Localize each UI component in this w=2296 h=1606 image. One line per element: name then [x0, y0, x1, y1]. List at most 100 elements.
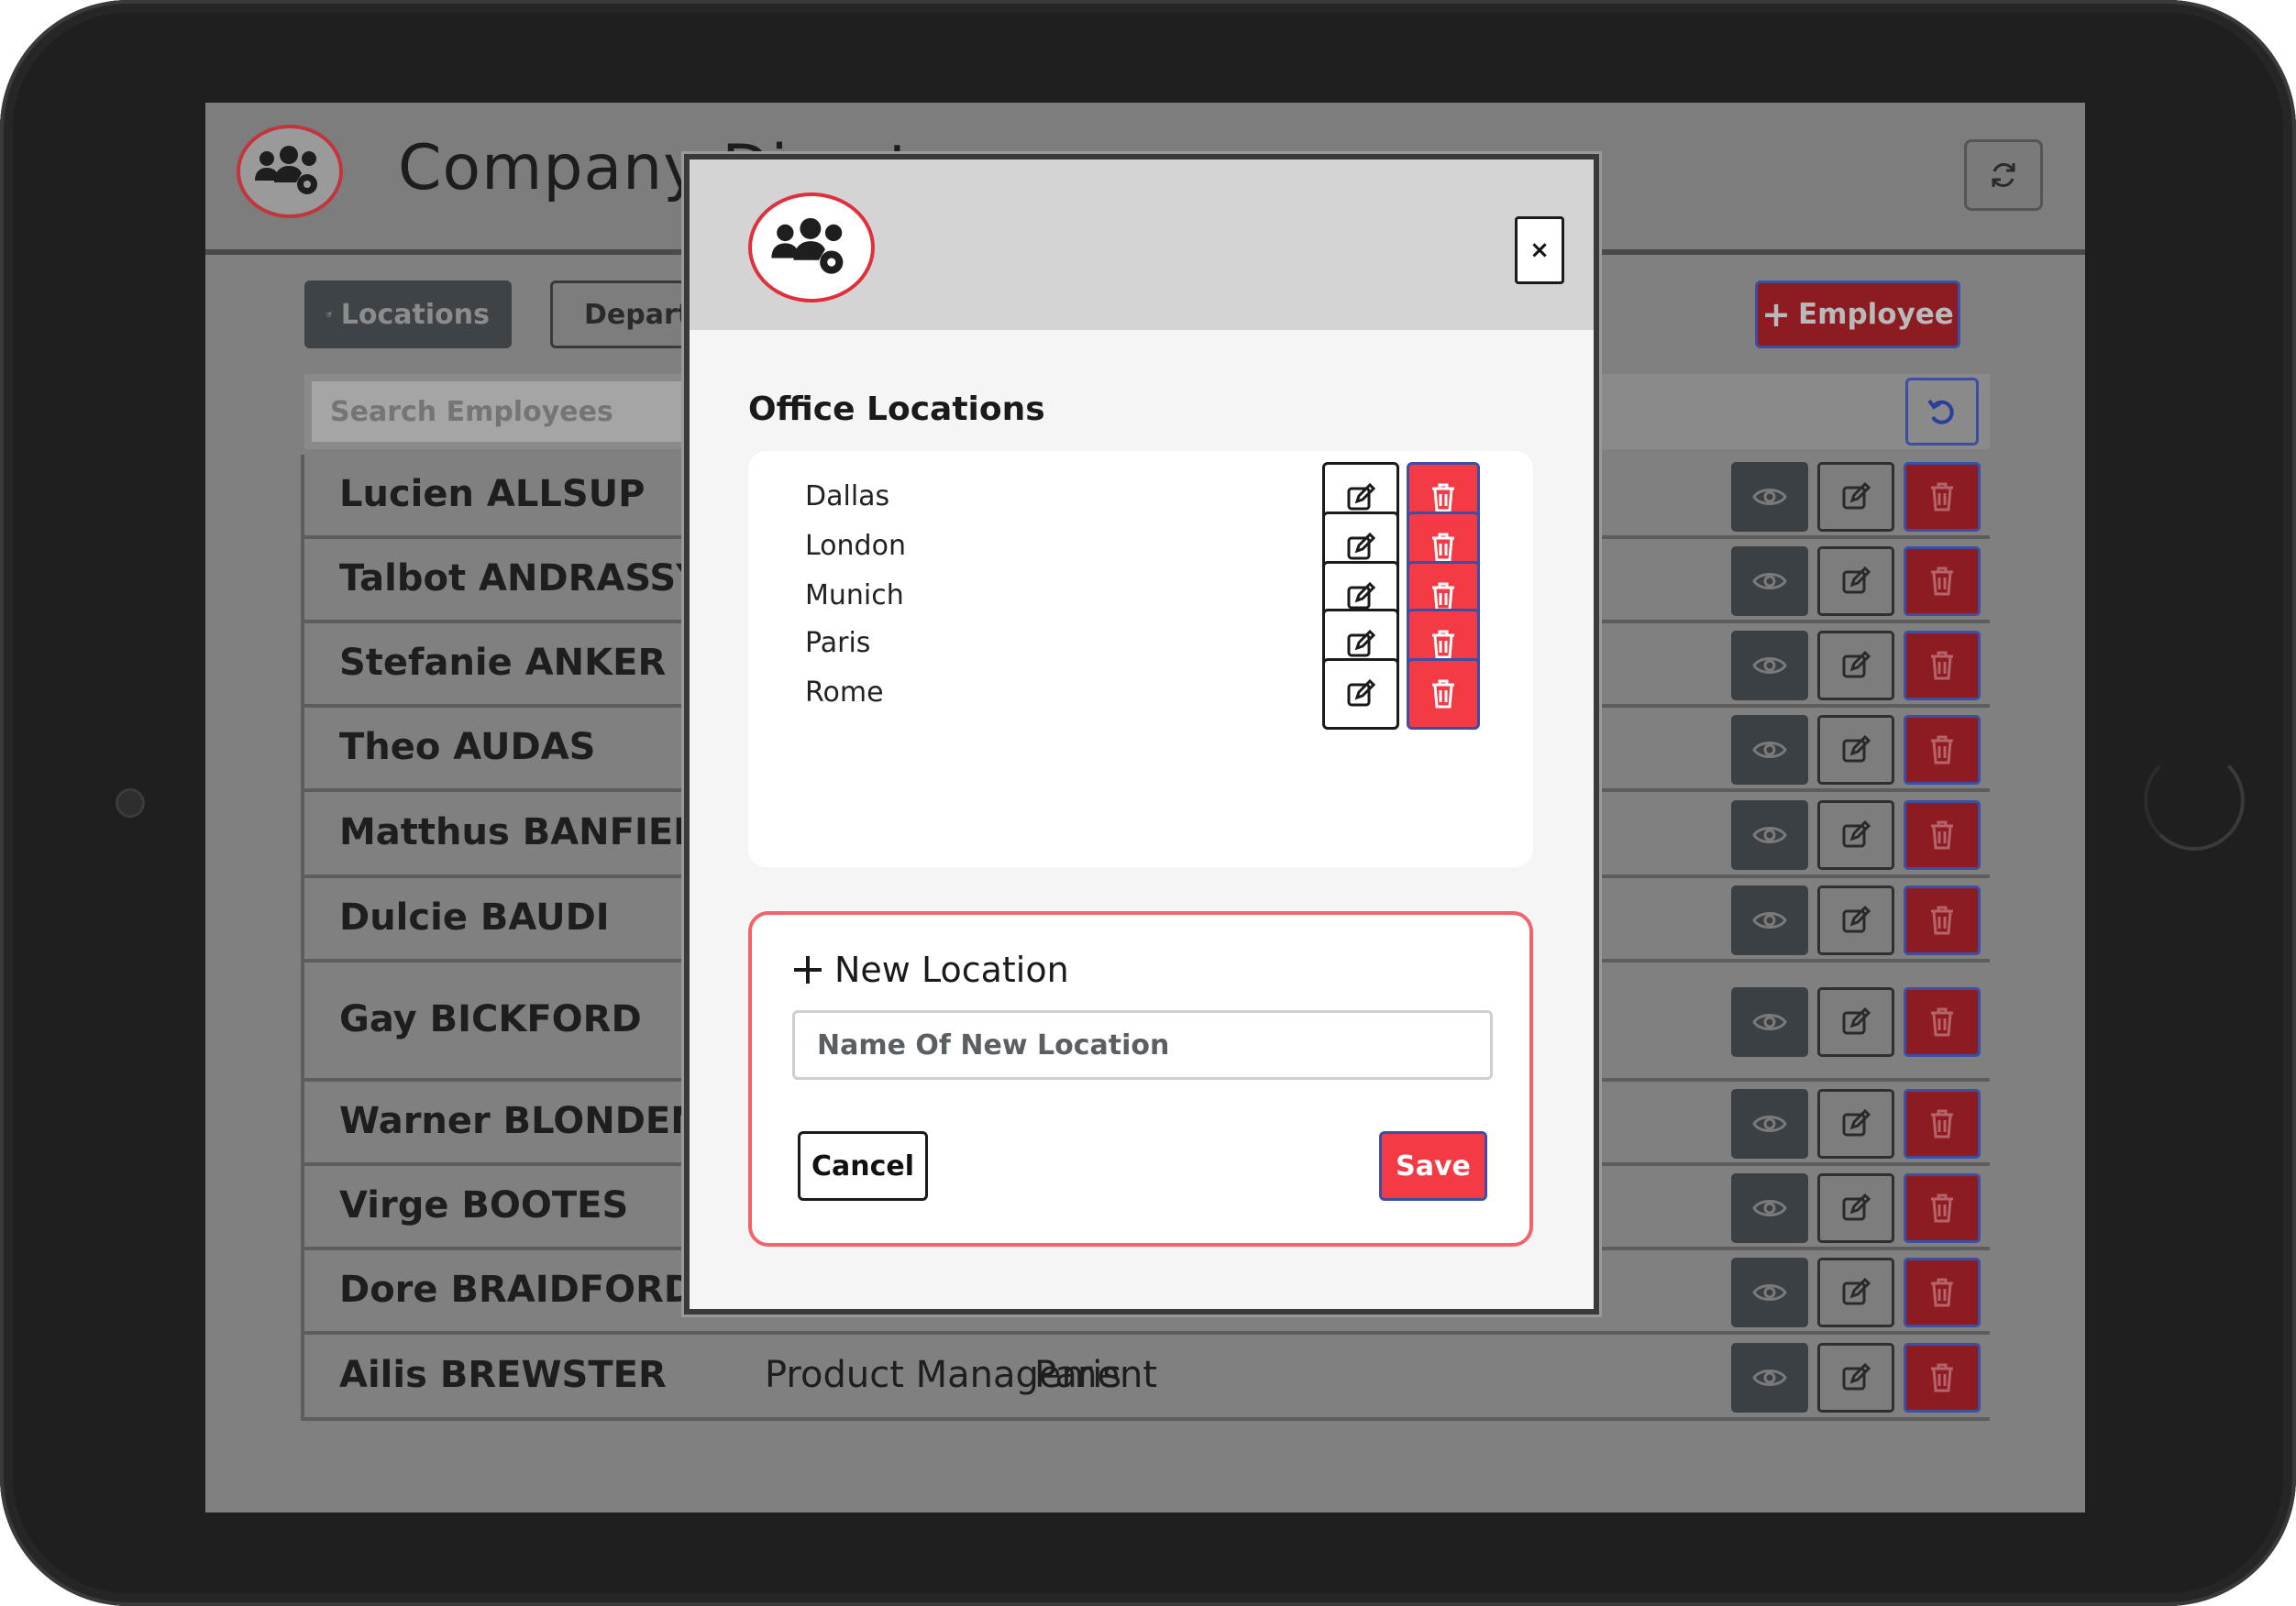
delete-button[interactable]: [1904, 631, 1981, 700]
view-button[interactable]: [1731, 1089, 1808, 1159]
delete-button[interactable]: [1904, 462, 1981, 532]
view-button[interactable]: [1731, 462, 1808, 532]
edit-button[interactable]: [1817, 886, 1894, 955]
edit-button[interactable]: [1817, 987, 1894, 1057]
edit-icon: [1842, 482, 1871, 510]
trash-icon: [1931, 735, 1953, 764]
sync-icon: [1992, 163, 2015, 187]
close-button[interactable]: ×: [1515, 216, 1564, 284]
edit-icon: [1347, 630, 1375, 657]
delete-button[interactable]: [1904, 1173, 1981, 1243]
delete-button[interactable]: [1904, 1258, 1981, 1327]
delete-button[interactable]: [1904, 1089, 1981, 1159]
row-actions: [1731, 462, 1981, 532]
edit-button[interactable]: [1817, 800, 1894, 870]
delete-location-button[interactable]: [1407, 658, 1480, 730]
eye-icon: [1752, 912, 1787, 929]
edit-icon: [1842, 651, 1871, 678]
eye-icon: [1752, 827, 1787, 843]
table-row[interactable]: Ailis BREWSTER Product Management Paris: [301, 1335, 1990, 1421]
trash-icon: [1432, 582, 1454, 611]
edit-icon: [1347, 582, 1375, 610]
row-actions: [1731, 715, 1981, 785]
edit-icon: [1842, 1194, 1871, 1221]
trash-icon: [1931, 1278, 1953, 1307]
app-logo: [237, 125, 343, 218]
trash-icon: [1931, 906, 1953, 935]
home-button[interactable]: [2144, 750, 2245, 851]
plus-icon: +: [1761, 294, 1791, 335]
new-location-input[interactable]: [792, 1010, 1493, 1080]
row-actions: [1731, 631, 1981, 700]
refresh-button[interactable]: [1964, 139, 2043, 211]
delete-button[interactable]: [1904, 546, 1981, 616]
trash-icon: [1931, 482, 1953, 512]
add-employee-button[interactable]: + Employee: [1755, 280, 1960, 348]
view-button[interactable]: [1731, 715, 1808, 785]
row-actions: [1731, 1089, 1981, 1159]
edit-icon: [1842, 906, 1871, 933]
edit-button[interactable]: [1817, 1343, 1894, 1413]
employee-name: Ailis BREWSTER: [339, 1354, 667, 1396]
locations-modal: × Office Locations Dallas London Munich Par…: [684, 154, 1599, 1314]
new-location-title: New Location: [834, 950, 1069, 990]
reset-search-button[interactable]: [1905, 378, 1979, 446]
view-button[interactable]: [1731, 800, 1808, 870]
edit-icon: [1347, 679, 1375, 707]
view-button[interactable]: [1731, 1258, 1808, 1327]
edit-icon: [1842, 735, 1871, 763]
view-button[interactable]: [1731, 1173, 1808, 1243]
tablet-frame: Company Directory Locations: [0, 0, 2296, 1606]
trash-icon: [1432, 630, 1454, 659]
modal-logo: [748, 192, 875, 302]
employee-name: Matthus BANFIELD: [339, 811, 727, 853]
edit-button[interactable]: [1817, 462, 1894, 532]
delete-button[interactable]: [1904, 886, 1981, 955]
trash-icon: [1931, 1363, 1953, 1392]
cancel-button[interactable]: Cancel: [798, 1131, 928, 1201]
edit-icon: [1347, 533, 1375, 560]
edit-icon: [1842, 1278, 1871, 1305]
edit-button[interactable]: [1817, 715, 1894, 785]
edit-icon: [1842, 820, 1871, 848]
save-button[interactable]: Save: [1379, 1131, 1487, 1201]
delete-button[interactable]: [1904, 987, 1981, 1057]
modal-title: Office Locations: [748, 390, 1045, 428]
view-button[interactable]: [1731, 546, 1808, 616]
view-button[interactable]: [1731, 631, 1808, 700]
list-item: Rome: [748, 658, 1533, 732]
edit-button[interactable]: [1817, 1089, 1894, 1159]
location-name: Munich: [805, 579, 904, 611]
tab-locations[interactable]: Locations: [304, 280, 512, 348]
trash-icon: [1432, 533, 1454, 562]
trash-icon: [1931, 1194, 1953, 1223]
delete-button[interactable]: [1904, 800, 1981, 870]
new-location-form: New Location Cancel Save: [748, 911, 1533, 1247]
eye-icon: [1752, 489, 1787, 505]
edit-button[interactable]: [1817, 546, 1894, 616]
view-button[interactable]: [1731, 987, 1808, 1057]
edit-icon: [1842, 1363, 1871, 1391]
trash-icon: [1931, 566, 1953, 596]
employee-name: Dulcie BAUDI: [339, 896, 610, 939]
eye-icon: [1752, 573, 1787, 589]
new-location-heading: New Location: [792, 950, 1069, 990]
edit-button[interactable]: [1817, 631, 1894, 700]
edit-button[interactable]: [1817, 1173, 1894, 1243]
location-name: Paris: [805, 627, 871, 659]
employee-name: Talbot ANDRASSY: [339, 557, 703, 600]
location-list: Dallas London Munich Paris Rome: [748, 451, 1533, 867]
delete-button[interactable]: [1904, 715, 1981, 785]
employee-location: Paris: [1034, 1354, 1122, 1396]
eye-icon: [1752, 1014, 1787, 1030]
edit-location-button[interactable]: [1322, 658, 1399, 730]
employee-name: Warner BLONDEN: [339, 1100, 701, 1142]
view-button[interactable]: [1731, 1343, 1808, 1413]
add-employee-label: Employee: [1797, 298, 1954, 331]
view-button[interactable]: [1731, 886, 1808, 955]
delete-button[interactable]: [1904, 1343, 1981, 1413]
users-gear-icon: [255, 146, 317, 194]
edit-button[interactable]: [1817, 1258, 1894, 1327]
edit-icon: [1842, 1007, 1871, 1035]
employee-name: Stefanie ANKER: [339, 642, 667, 684]
